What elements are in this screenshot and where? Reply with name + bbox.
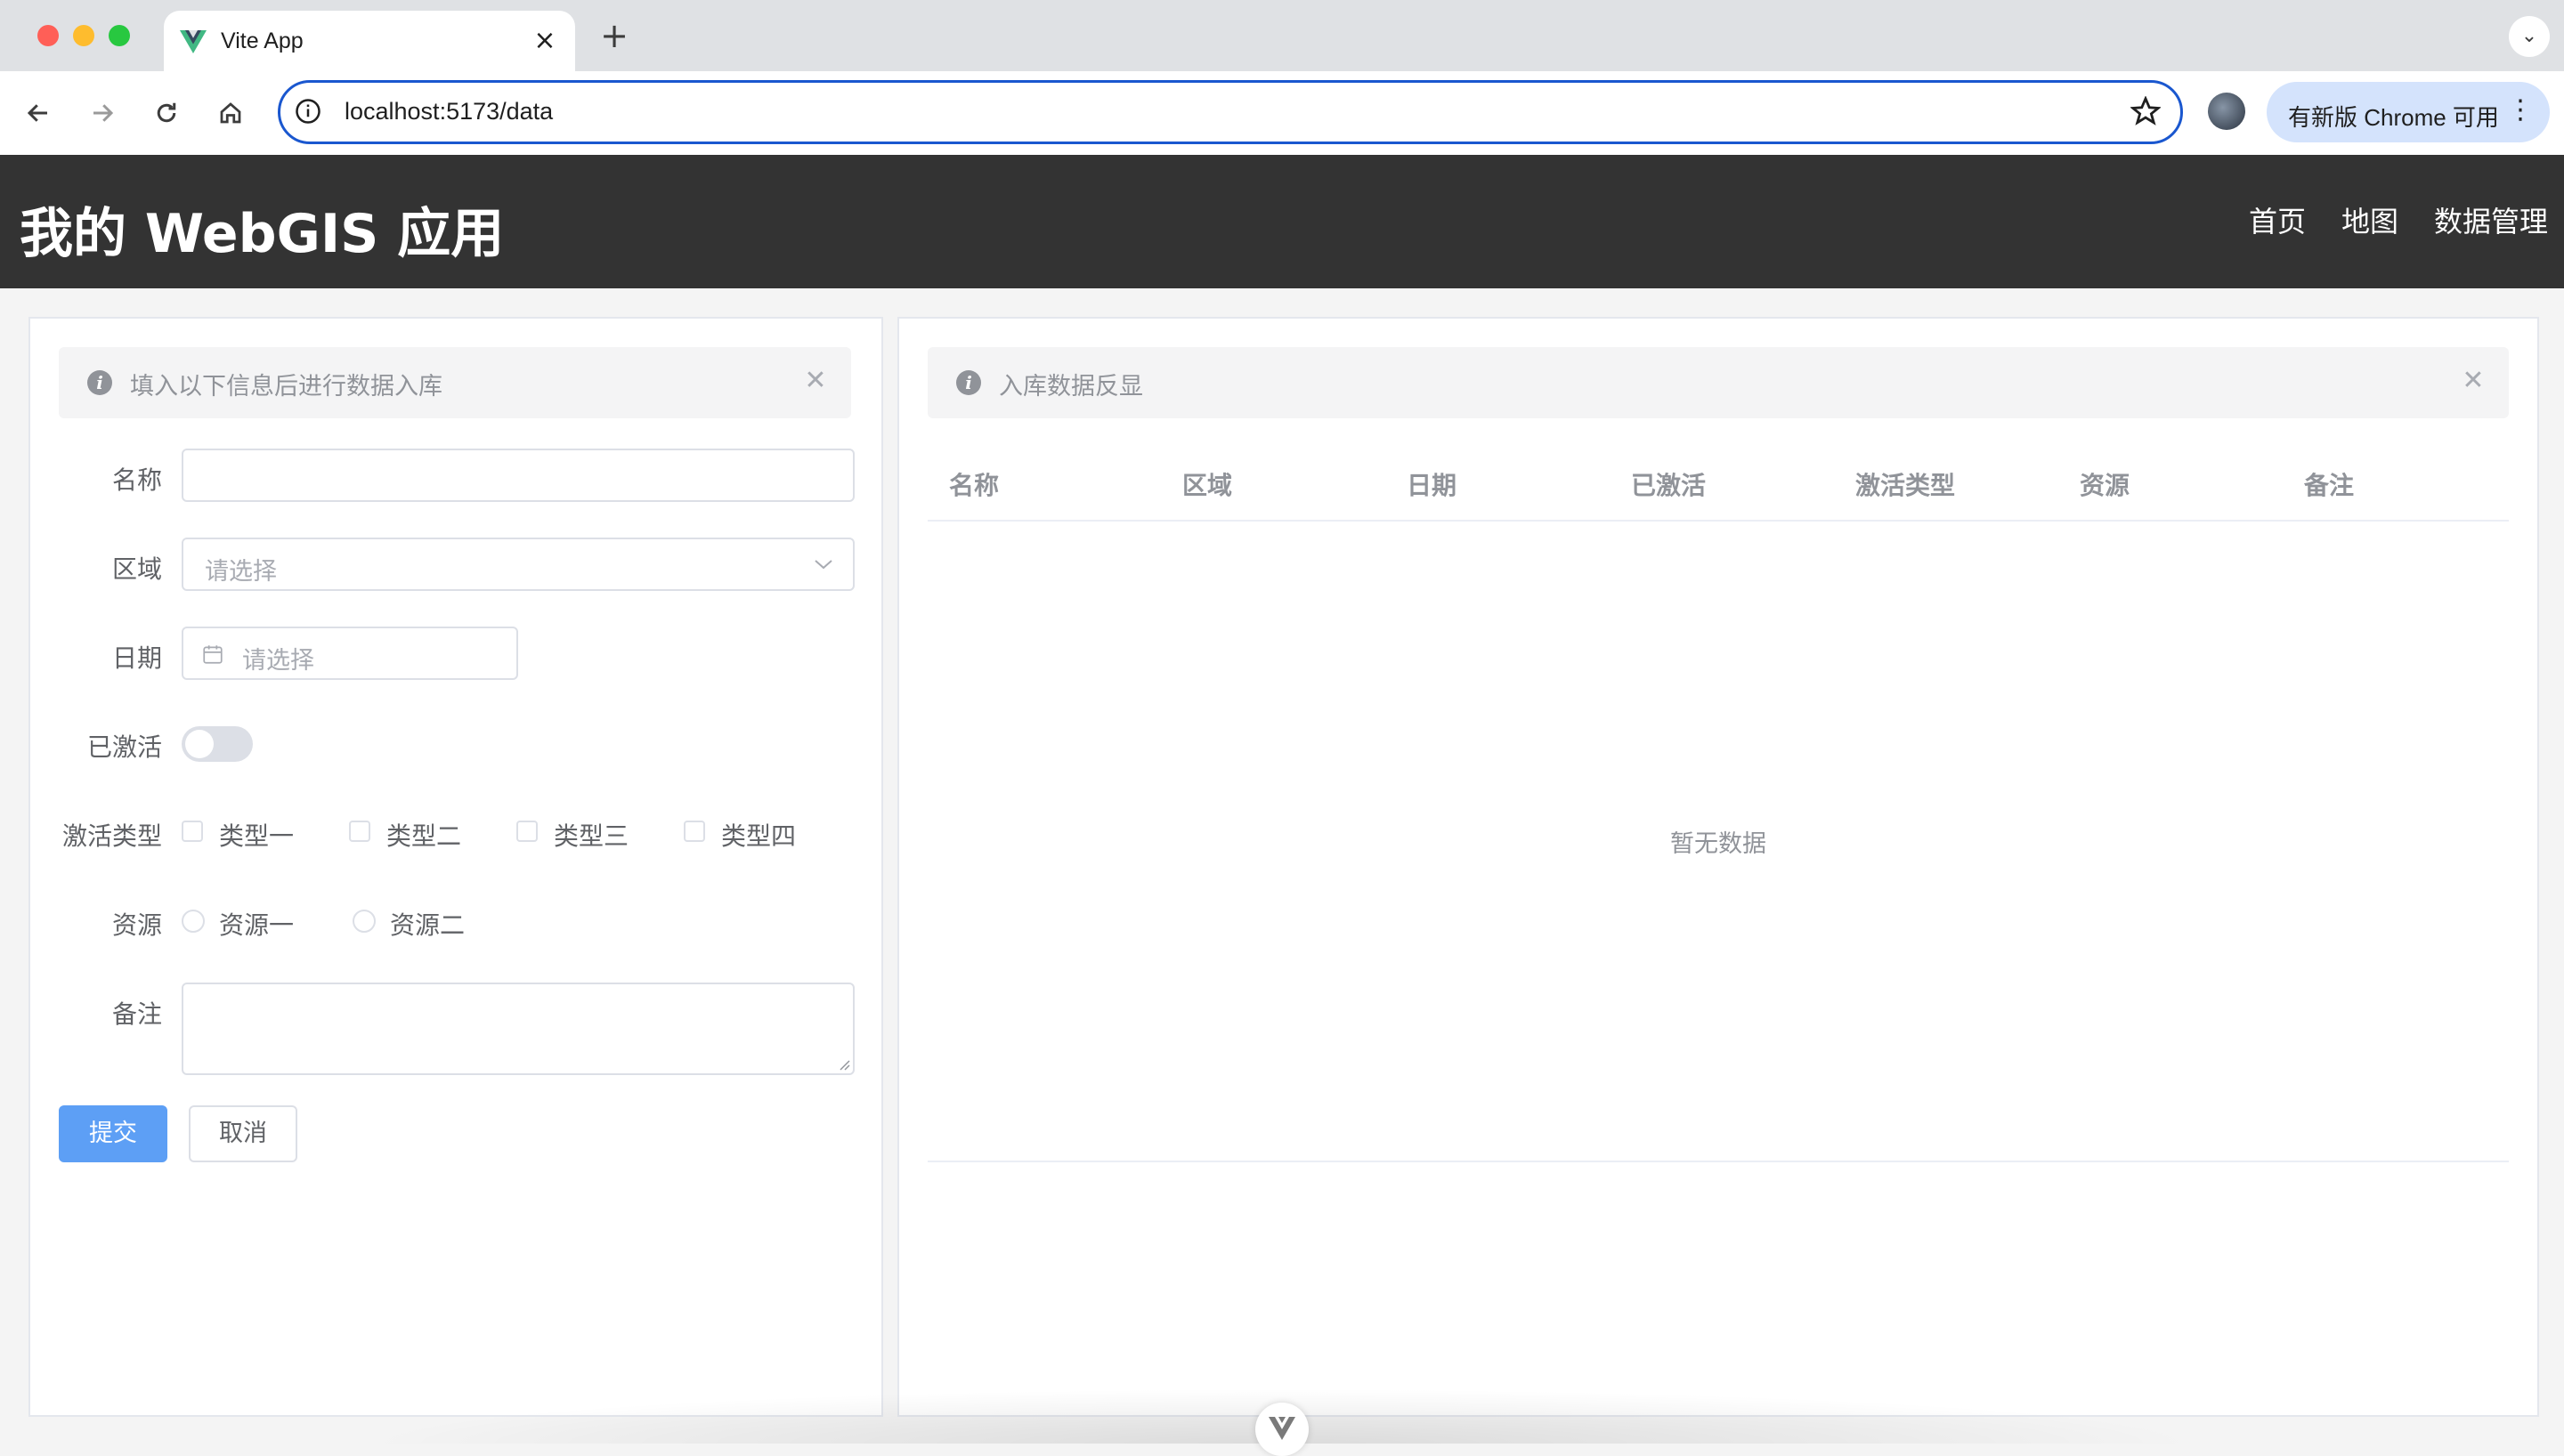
bookmark-star-icon[interactable] [2130,96,2161,126]
form-row-activated: 已激活 [30,716,881,772]
chevron-down-icon[interactable]: ⌄ [2509,16,2550,57]
home-icon [220,102,241,124]
app-title: 我的 WebGIS 应用 [20,203,505,265]
column-header-activated: 已激活 [1631,471,1707,500]
url-text[interactable]: localhost:5173/data [345,98,553,125]
form-row-activation-type: 激活类型 类型一 类型二 类型三 类型四 [30,805,881,861]
form-row-resource: 资源 资源一 资源二 [30,894,881,950]
back-button[interactable] [16,91,61,135]
new-tab-button[interactable]: + [595,16,634,55]
browser-tab-bar: Vite App × + ⌄ [0,0,2564,71]
radio-label: 资源一 [219,910,295,940]
calendar-icon [203,645,223,664]
checkbox-box[interactable] [516,821,538,842]
checkbox-label: 类型三 [554,821,629,851]
close-window-button[interactable] [37,25,59,46]
data-preview-panel: i 入库数据反显 ✕ 名称 区域 日期 已激活 激活类型 资源 备注 暂无数据 [897,317,2539,1417]
resource-label: 资源 [111,910,162,940]
column-header-activation-type: 激活类型 [1855,471,1956,500]
close-icon[interactable]: ✕ [2457,365,2489,397]
close-icon[interactable]: ✕ [799,365,832,397]
switch-knob [185,730,214,758]
arrow-left-icon [27,104,47,122]
checkbox-label: 类型二 [386,821,462,851]
browser-toolbar: localhost:5173/data 有新版 Chrome 可用 ⋮ [0,71,2564,156]
home-button[interactable] [208,91,253,135]
app-nav: 首页 地图 数据管理 [2249,199,2548,240]
checkbox-box[interactable] [182,821,203,842]
info-icon: i [956,370,981,395]
checkbox-box[interactable] [684,821,705,842]
info-icon: i [87,370,112,395]
nav-link-map[interactable]: 地图 [2341,199,2398,240]
reload-icon [157,102,176,123]
name-label: 名称 [111,465,162,495]
date-placeholder: 请选择 [242,647,314,675]
form-actions: 提交 取消 [30,1105,881,1162]
tab-title: Vite App [221,28,304,53]
maximize-window-button[interactable] [109,25,130,46]
update-label: 有新版 Chrome 可用 [2288,104,2499,131]
activation-type-label: 激活类型 [61,821,162,851]
radio-label: 资源二 [390,910,466,940]
form-row-date: 日期 请选择 [30,627,881,684]
arrow-right-icon [93,104,114,122]
form-row-remark: 备注 [30,983,881,1079]
resize-handle-icon[interactable] [837,1057,851,1072]
form-info-alert: i 填入以下信息后进行数据入库 ✕ [59,347,851,418]
form-row-name: 名称 [30,449,881,506]
app-header: 我的 WebGIS 应用 首页 地图 数据管理 [0,155,2564,288]
activated-label: 已激活 [86,732,162,762]
column-header-remark: 备注 [2304,471,2355,500]
more-menu-icon[interactable]: ⋮ [2507,94,2534,125]
data-entry-panel: i 填入以下信息后进行数据入库 ✕ 名称 区域 请选择 日期 请选择 已激活 激… [28,317,883,1417]
remark-textarea[interactable] [182,983,855,1075]
name-input[interactable] [182,449,855,502]
alert-text: 入库数据反显 [999,373,1143,400]
tab-close-icon[interactable]: × [527,23,563,59]
vue-logo-icon [1269,1417,1295,1440]
region-select[interactable]: 请选择 [182,538,855,591]
column-header-region: 区域 [1182,471,1233,500]
chrome-update-button[interactable]: 有新版 Chrome 可用 ⋮ [2267,82,2550,142]
minimize-window-button[interactable] [73,25,94,46]
alert-text: 填入以下信息后进行数据入库 [130,373,442,400]
vue-devtools-toggle[interactable] [1255,1403,1309,1456]
checkbox-label: 类型一 [219,821,295,851]
checkbox-box[interactable] [349,821,370,842]
column-header-name: 名称 [949,471,1000,500]
column-header-date: 日期 [1407,471,1457,500]
table-info-alert: i 入库数据反显 ✕ [928,347,2509,418]
table-header: 名称 区域 日期 已激活 激活类型 资源 备注 [928,450,2509,522]
region-label: 区域 [111,554,162,584]
radio-circle[interactable] [182,910,205,933]
activated-switch[interactable] [182,726,253,762]
column-header-resource: 资源 [2080,471,2130,500]
table-body: 暂无数据 [928,522,2509,1162]
nav-link-home[interactable]: 首页 [2249,199,2306,240]
date-picker[interactable]: 请选择 [182,627,518,680]
checkbox-label: 类型四 [721,821,797,851]
chevron-down-icon [815,560,832,570]
address-bar[interactable]: localhost:5173/data [278,80,2183,144]
forward-button[interactable] [80,91,125,135]
browser-tab[interactable]: Vite App × [164,11,575,71]
empty-text: 暂无数据 [1670,830,1766,858]
submit-button[interactable]: 提交 [59,1105,167,1162]
form-row-region: 区域 请选择 [30,538,881,595]
cancel-button[interactable]: 取消 [189,1105,297,1162]
reload-button[interactable] [144,91,189,135]
profile-avatar[interactable] [2208,93,2245,130]
date-label: 日期 [111,643,162,673]
site-info-icon[interactable] [295,98,321,125]
vue-logo-icon [180,30,207,53]
remark-label: 备注 [111,999,162,1029]
nav-link-data-management[interactable]: 数据管理 [2434,199,2548,240]
region-placeholder: 请选择 [205,558,277,586]
radio-circle[interactable] [353,910,376,933]
